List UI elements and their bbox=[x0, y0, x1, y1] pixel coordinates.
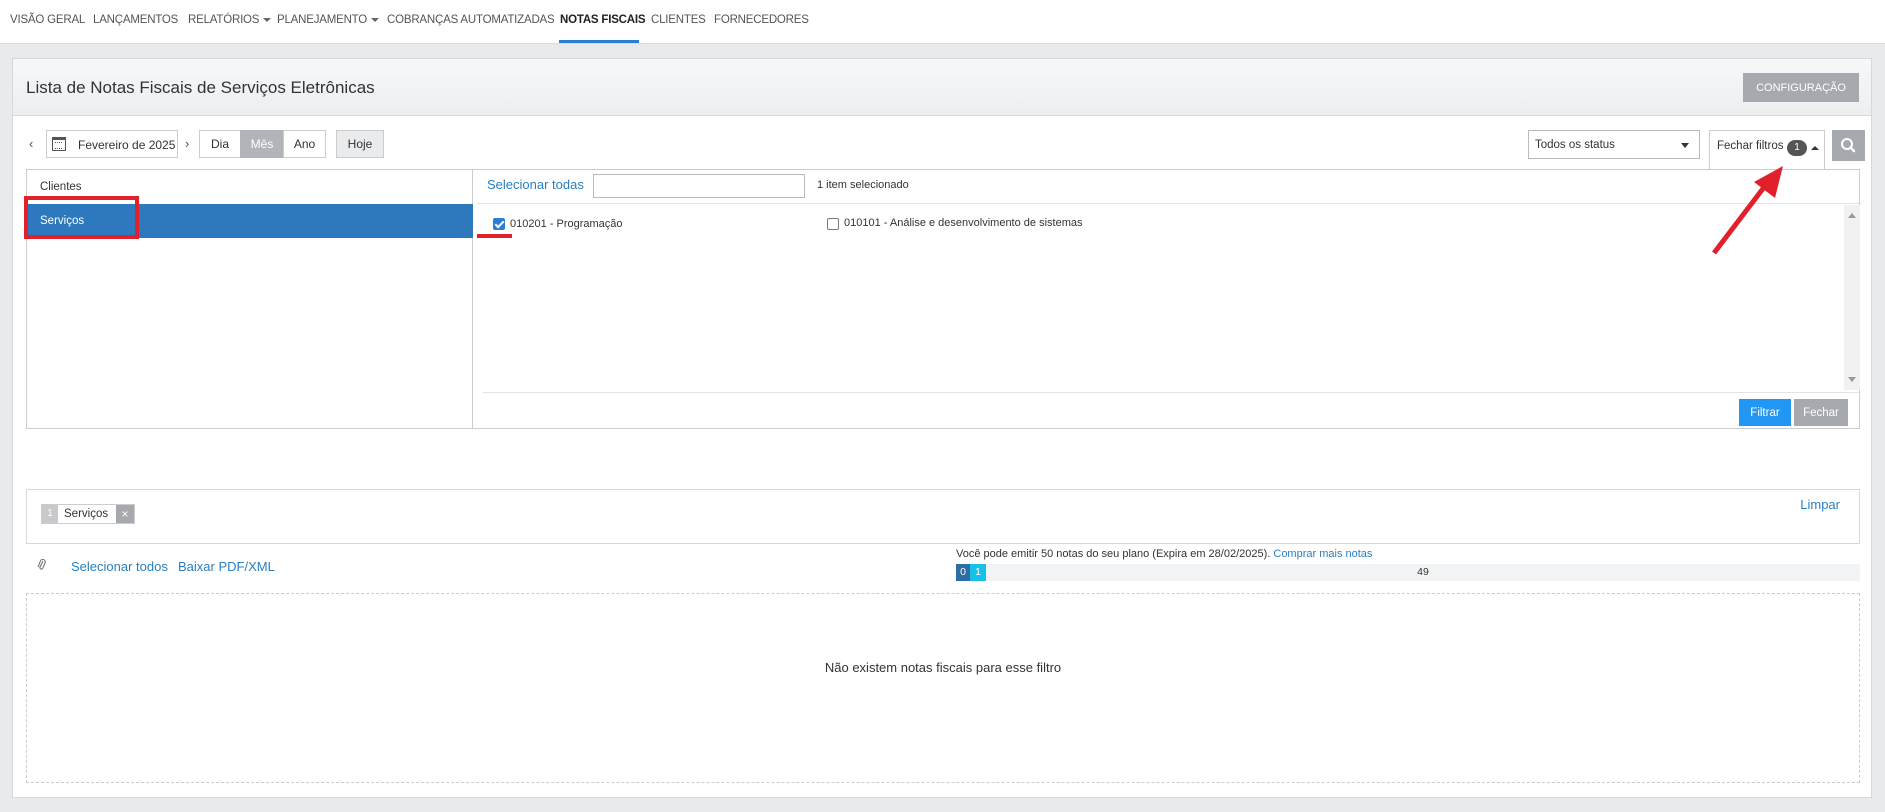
main-panel: Lista de Notas Fiscais de Serviços Eletr… bbox=[12, 58, 1872, 798]
close-filter-button[interactable]: Fechar bbox=[1794, 399, 1848, 426]
segment-mes[interactable]: Mês bbox=[240, 130, 284, 158]
filter-panel: Clientes Serviços Selecionar todas 1 ite… bbox=[26, 169, 1861, 429]
nav-notas-fiscais[interactable]: NOTAS FISCAIS bbox=[560, 14, 646, 26]
empty-state-message: Não existem notas fiscais para esse filt… bbox=[824, 660, 1062, 675]
quota-pending-segment: 1 bbox=[970, 564, 986, 581]
annotation-underline bbox=[477, 234, 512, 238]
nav-relatorios[interactable]: RELATÓRIOS bbox=[188, 14, 272, 26]
nav-fornecedores[interactable]: FORNECEDORES bbox=[714, 14, 809, 26]
dropdown-arrow-icon bbox=[1681, 143, 1689, 148]
select-all-options-link[interactable]: Selecionar todas bbox=[487, 177, 584, 192]
quota-used-segment: 0 bbox=[956, 564, 970, 581]
previous-period-icon[interactable]: ‹ bbox=[29, 136, 33, 151]
status-select-value: Todos os status bbox=[1535, 139, 1615, 151]
quota-remaining-segment: 49 bbox=[1417, 566, 1429, 578]
download-pdf-xml-link[interactable]: Baixar PDF/XML bbox=[178, 559, 275, 574]
today-button[interactable]: Hoje bbox=[336, 130, 384, 158]
divider bbox=[477, 203, 1861, 204]
segment-ano[interactable]: Ano bbox=[283, 130, 326, 158]
search-button[interactable] bbox=[1832, 130, 1865, 161]
nav-clientes[interactable]: CLIENTES bbox=[651, 14, 706, 26]
apply-filter-button[interactable]: Filtrar bbox=[1739, 399, 1791, 426]
caret-up-icon bbox=[1811, 146, 1819, 150]
quota-text: Você pode emitir 50 notas do seu plano (… bbox=[956, 548, 1372, 560]
active-filter-chip: 1 Serviços × bbox=[41, 504, 135, 524]
nav-lancamentos[interactable]: LANÇAMENTOS bbox=[93, 14, 178, 26]
period-picker[interactable]: Fevereiro de 2025 bbox=[46, 130, 178, 158]
search-icon bbox=[1841, 138, 1856, 153]
option-label-analise: 010101 - Análise e desenvolvimento de si… bbox=[844, 217, 1083, 229]
calendar-icon bbox=[52, 137, 66, 151]
nav-planejamento[interactable]: PLANEJAMENTO bbox=[277, 14, 380, 26]
buy-more-invoices-link[interactable]: Comprar mais notas bbox=[1273, 548, 1372, 560]
segment-dia[interactable]: Dia bbox=[199, 130, 241, 158]
scroll-up-icon bbox=[1848, 213, 1856, 218]
configuration-button[interactable]: CONFIGURAÇÃO bbox=[1743, 73, 1859, 102]
paperclip-icon[interactable] bbox=[37, 559, 47, 573]
page-title: Lista de Notas Fiscais de Serviços Eletr… bbox=[26, 78, 375, 97]
nav-visao-geral[interactable]: VISÃO GERAL bbox=[10, 14, 85, 26]
option-label-programacao: 010201 - Programação bbox=[510, 218, 623, 230]
options-scrollbar[interactable] bbox=[1844, 205, 1860, 390]
selected-count: 1 item selecionado bbox=[817, 179, 909, 191]
next-period-icon[interactable]: › bbox=[185, 136, 189, 151]
panel-header: Lista de Notas Fiscais de Serviços Eletr… bbox=[13, 59, 1871, 116]
chip-label: Serviços bbox=[64, 508, 109, 520]
caret-down-icon bbox=[371, 17, 380, 22]
nav-relatorios-label: RELATÓRIOS bbox=[188, 14, 260, 26]
filter-count-badge: 1 bbox=[1787, 140, 1807, 156]
nav-active-indicator bbox=[559, 40, 639, 43]
close-filters-label: Fechar filtros bbox=[1717, 140, 1784, 152]
option-checkbox-programacao[interactable] bbox=[493, 218, 505, 230]
nav-cobrancas[interactable]: COBRANÇAS AUTOMATIZADAS bbox=[387, 14, 555, 26]
invoice-list-empty: Não existem notas fiscais para esse filt… bbox=[26, 593, 1860, 783]
status-select[interactable]: Todos os status bbox=[1528, 130, 1700, 159]
active-filters-bar: 1 Serviços × Limpar bbox=[26, 489, 1860, 544]
caret-down-icon bbox=[263, 17, 272, 22]
quota-description: Você pode emitir 50 notas do seu plano (… bbox=[956, 548, 1271, 560]
annotation-highlight-box bbox=[24, 196, 139, 239]
option-checkbox-analise[interactable] bbox=[827, 218, 839, 230]
period-label: Fevereiro de 2025 bbox=[78, 138, 176, 152]
scroll-down-icon bbox=[1848, 377, 1856, 382]
chip-count: 1 bbox=[42, 505, 58, 523]
quota-progress-bar: 0 1 49 bbox=[956, 564, 1860, 581]
nav-lancamentos-label: LANÇAMENTOS bbox=[93, 14, 179, 26]
clear-filters-link[interactable]: Limpar bbox=[1800, 497, 1840, 512]
remove-filter-icon[interactable]: × bbox=[116, 505, 134, 523]
annotation-arrow-icon bbox=[1712, 166, 1783, 255]
filter-search-input[interactable] bbox=[593, 174, 805, 198]
top-navigation: VISÃO GERAL LANÇAMENTOS RELATÓRIOS PLANE… bbox=[0, 0, 1885, 44]
nav-planejamento-label: PLANEJAMENTO bbox=[277, 14, 368, 26]
select-all-invoices-link[interactable]: Selecionar todos bbox=[71, 559, 168, 574]
divider bbox=[483, 392, 1861, 393]
